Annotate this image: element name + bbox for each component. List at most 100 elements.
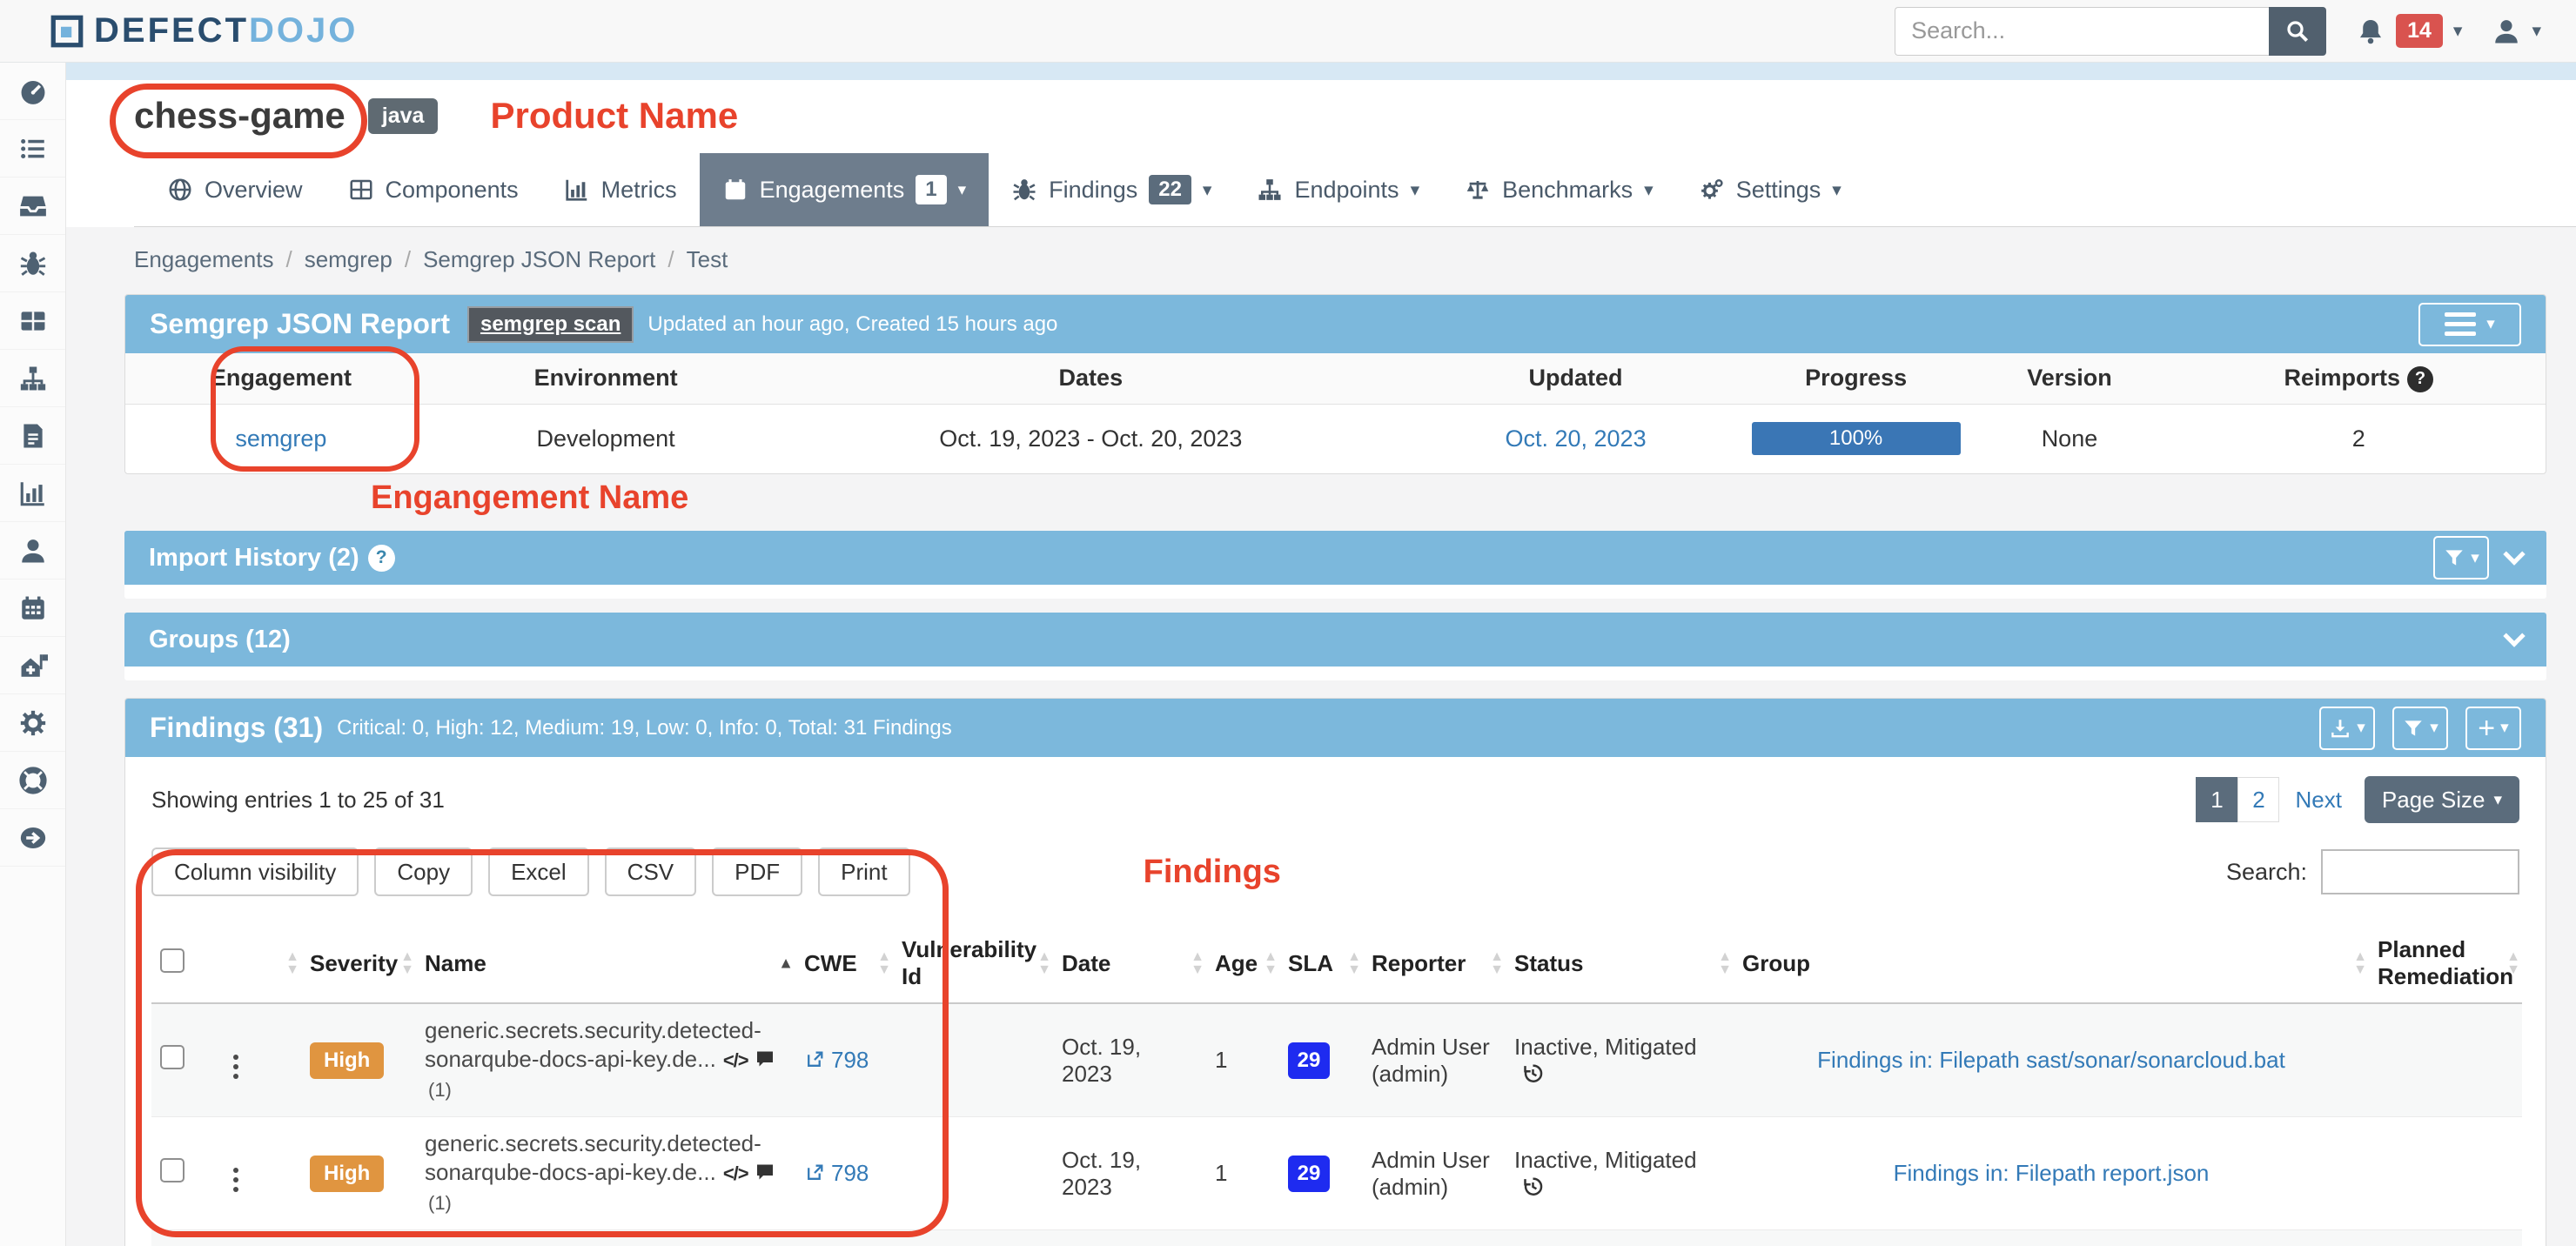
sort-icons[interactable]: ▲▼ [1718,950,1732,976]
col-date[interactable]: Date▲▼ [1053,924,1206,1003]
groups-panel: Groups (12) [124,613,2546,680]
breadcrumb-semgrep[interactable]: semgrep [305,246,392,272]
collapse-chevron-icon[interactable] [2503,543,2525,565]
findings-download-button[interactable]: ▾ [2319,707,2375,750]
history-icon[interactable] [1521,1175,1545,1198]
sidebar-item-dashboard[interactable] [0,63,65,120]
notifications-menu[interactable]: 14 ▾ [2356,14,2462,48]
sidebar-item-components[interactable] [0,292,65,350]
tab-endpoints[interactable]: Endpoints▾ [1234,153,1442,226]
row-checkbox[interactable] [160,1158,184,1182]
sidebar-item-users[interactable] [0,522,65,579]
excel-button[interactable]: Excel [488,847,589,896]
col-group[interactable]: Group▲▼ [1734,924,2369,1003]
sort-icons[interactable]: ▲▼ [400,950,414,976]
severity-badge: High [310,1156,384,1192]
cwe-link[interactable]: 798 [831,1047,869,1073]
breadcrumb-engagements[interactable]: Engagements [134,246,273,272]
group-link[interactable]: Findings in: Filepath sast/sonar/sonarcl… [1817,1047,2285,1073]
col-vulnerability-id[interactable]: Vulnerability Id▲▼ [893,924,1053,1003]
page-1-button[interactable]: 1 [2196,777,2237,822]
tab-overview[interactable]: Overview [144,153,325,226]
sort-asc-icon[interactable]: ▲ [778,955,794,973]
tab-settings[interactable]: Settings▾ [1676,153,1864,226]
sidebar-item-findings[interactable] [0,235,65,292]
sort-icons[interactable]: ▲▼ [877,950,891,976]
sort-icons[interactable]: ▲▼ [1264,950,1278,976]
engagement-name-link[interactable]: semgrep [235,425,326,452]
sidebar-item-list[interactable] [0,120,65,178]
sidebar-item-logout[interactable] [0,809,65,867]
finding-name-link[interactable]: generic.secrets.security.detected-sonarq… [425,1130,761,1185]
page-2-button[interactable]: 2 [2237,777,2279,822]
col-reporter[interactable]: Reporter▲▼ [1363,924,1506,1003]
groups-header[interactable]: Groups (12) [124,613,2546,667]
sidebar-item-reports[interactable] [0,407,65,465]
page-size-button[interactable]: Page Size▾ [2365,776,2519,823]
findings-count-badge: 22 [1149,175,1191,204]
csv-button[interactable]: CSV [605,847,696,896]
tab-benchmarks[interactable]: Benchmarks▾ [1442,153,1676,226]
user-menu[interactable]: ▾ [2492,17,2541,46]
col-sla[interactable]: SLA▲▼ [1279,924,1363,1003]
sort-icons[interactable]: ▲▼ [285,950,299,976]
select-all-checkbox[interactable] [160,948,184,973]
sort-icons[interactable]: ▲▼ [1347,950,1361,976]
col-age[interactable]: Age▲▼ [1206,924,1279,1003]
sidebar-item-endpoints[interactable] [0,350,65,407]
tab-findings[interactable]: Findings22▾ [989,153,1234,226]
row-actions-kebab-icon[interactable] [230,1164,242,1196]
planned-remediation-cell [2369,1230,2522,1246]
print-button[interactable]: Print [818,847,909,896]
breadcrumb-test[interactable]: Test [687,246,728,272]
copy-button[interactable]: Copy [374,847,473,896]
findings-add-button[interactable]: +▾ [2465,707,2521,750]
row-checkbox[interactable] [160,1045,184,1069]
global-search-input[interactable] [1895,7,2269,56]
sort-icons[interactable]: ▲▼ [1037,950,1051,976]
sidebar-item-regulations[interactable] [0,637,65,694]
table-search-input[interactable] [2321,849,2519,894]
finding-name-link[interactable]: generic.secrets.security.detected-sonarq… [425,1017,761,1072]
tab-components[interactable]: Components [325,153,541,226]
sort-icons[interactable]: ▲▼ [1490,950,1504,976]
scan-type-badge[interactable]: semgrep scan [467,306,634,343]
collapse-chevron-icon[interactable] [2503,625,2525,646]
sidebar-item-configuration[interactable] [0,694,65,752]
col-severity[interactable]: Severity▲▼ [301,924,416,1003]
product-name[interactable]: chess-game [134,95,345,137]
next-page-button[interactable]: Next [2279,787,2357,814]
global-search-button[interactable] [2269,7,2326,56]
defectdojo-logo[interactable]: DEFECTDOJO [49,11,358,50]
tab-metrics[interactable]: Metrics [541,153,700,226]
sort-icons[interactable]: ▲▼ [2506,950,2520,976]
comment-icon[interactable] [754,1048,776,1069]
breadcrumb-report[interactable]: Semgrep JSON Report [423,246,655,272]
import-history-filter-button[interactable]: ▾ [2433,536,2489,579]
sidebar-item-calendar[interactable] [0,579,65,637]
help-icon[interactable]: ? [368,545,395,572]
comment-icon[interactable] [754,1162,776,1182]
sidebar-item-metrics[interactable] [0,465,65,522]
col-planned-remediation[interactable]: Planned Remediation▲▼ [2369,924,2522,1003]
column-visibility-button[interactable]: Column visibility [151,847,359,896]
group-link[interactable]: Findings in: Filepath report.json [1894,1160,2210,1186]
tab-engagements[interactable]: Engagements1▾ [700,153,989,226]
col-name[interactable]: Name▲ [416,924,795,1003]
sort-icons[interactable]: ▲▼ [1191,950,1204,976]
sidebar-item-support[interactable] [0,752,65,809]
document-icon [18,421,48,451]
col-cwe[interactable]: CWE▲▼ [795,924,893,1003]
sort-icons[interactable]: ▲▼ [2353,950,2367,976]
import-history-header[interactable]: Import History (2) ? ▾ [124,531,2546,585]
test-menu-button[interactable]: ▾ [2418,303,2521,346]
pdf-button[interactable]: PDF [712,847,802,896]
cwe-link[interactable]: 798 [831,1160,869,1186]
history-icon[interactable] [1521,1062,1545,1085]
findings-filter-button[interactable]: ▾ [2392,707,2448,750]
updated-link[interactable]: Oct. 20, 2023 [1505,425,1646,452]
col-status[interactable]: Status▲▼ [1506,924,1734,1003]
sidebar-item-inbox[interactable] [0,178,65,235]
help-icon[interactable]: ? [2407,366,2433,392]
row-actions-kebab-icon[interactable] [230,1051,242,1082]
